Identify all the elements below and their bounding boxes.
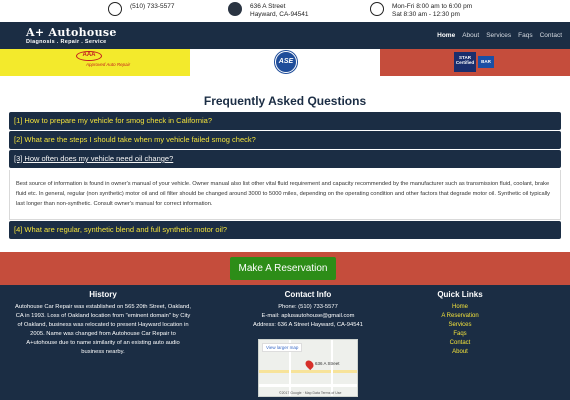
address-line-2: Hayward, CA-94541 [250, 11, 309, 18]
history-heading: History [89, 290, 117, 299]
contact-info: Phone: (510) 733-5577 E-mail: aplusautoh… [246, 303, 370, 330]
contact-phone[interactable]: Phone: (510) 733-5577 [246, 303, 370, 312]
address-line-1: 636 A Street [250, 3, 286, 10]
history-text: Autohouse Car Repair was established on … [15, 304, 191, 355]
bar-logo: BAR [478, 56, 494, 68]
certification-badges: AAA Approved Auto Repair ASE STAR Certif… [0, 49, 570, 76]
main-navbar: A+ Autohouse Diagnosis . Repair . Servic… [0, 22, 570, 49]
faq-title: Frequently Asked Questions [203, 94, 367, 108]
address-info: 636 A Street Hayward, CA-94541 [228, 2, 309, 19]
faq-question-4[interactable]: [4] What are regular, synthetic blend an… [9, 221, 561, 239]
phone-info: (510) 733-5577 [108, 2, 174, 16]
aaa-logo: AAA [76, 51, 102, 61]
map-road [331, 340, 333, 396]
faq-answer-3: Best source of information is found in o… [9, 170, 561, 220]
aaa-caption: Approved Auto Repair [86, 62, 131, 67]
site-footer: History Autohouse Car Repair was establi… [0, 285, 570, 400]
clock-icon [370, 2, 384, 16]
faq-question-3[interactable]: [3] How often does my vehicle need oil c… [9, 150, 561, 168]
map-road [259, 384, 357, 387]
footer-link-reservation[interactable]: A Reservation [432, 312, 488, 321]
footer-link-contact[interactable]: Contact [432, 339, 488, 348]
faq-question-2[interactable]: [2] What are the steps I should take whe… [9, 131, 561, 149]
quick-links: Home A Reservation Services Faqs Contact… [432, 303, 488, 357]
faq-question-1[interactable]: [1] How to prepare my vehicle for smog c… [9, 112, 561, 130]
logo-title: A+ Autohouse [26, 26, 117, 39]
star-certified-logo: STAR Certified [454, 52, 476, 72]
nav-links: Home About Services Faqs Contact [437, 32, 562, 39]
quick-links-heading: Quick Links [437, 290, 483, 299]
phone-number[interactable]: (510) 733-5577 [130, 3, 174, 11]
contact-heading: Contact Info [284, 290, 332, 299]
map-label: 636 A Street [315, 361, 340, 366]
hours-info: Mon-Fri 8:00 am to 6:00 pm Sat 8:30 am -… [370, 2, 472, 19]
map-road [259, 370, 357, 373]
footer-link-services[interactable]: Services [432, 321, 488, 330]
location-pin-icon [228, 2, 242, 16]
logo-tagline: Diagnosis . Repair . Service [26, 39, 107, 45]
star-badge: STAR Certified BAR [380, 49, 570, 76]
ase-badge: ASE [190, 49, 380, 76]
view-larger-map-link[interactable]: View larger map [262, 343, 303, 352]
ase-logo: ASE [275, 51, 297, 73]
nav-faqs[interactable]: Faqs [518, 32, 532, 39]
make-reservation-button[interactable]: Make A Reservation [230, 257, 336, 280]
aaa-badge: AAA Approved Auto Repair [0, 49, 190, 76]
top-info-bar: (510) 733-5577 636 A Street Hayward, CA-… [0, 0, 570, 22]
nav-about[interactable]: About [462, 32, 479, 39]
nav-contact[interactable]: Contact [540, 32, 562, 39]
contact-email[interactable]: E-mail: aplusautohouse@gmail.com [246, 312, 370, 321]
hours-line-1: Mon-Fri 8:00 am to 6:00 pm [392, 3, 473, 10]
site-logo[interactable]: A+ Autohouse Diagnosis . Repair . Servic… [26, 26, 117, 45]
footer-link-faqs[interactable]: Faqs [432, 330, 488, 339]
nav-home[interactable]: Home [437, 32, 455, 39]
footer-link-about[interactable]: About [432, 348, 488, 357]
map-attribution: ©2017 Google · Map Data Terms of Use [279, 391, 342, 395]
map-pin-icon [303, 358, 316, 371]
footer-link-home[interactable]: Home [432, 303, 488, 312]
location-map[interactable]: View larger map 636 A Street ©2017 Googl… [258, 339, 358, 397]
hours-line-2: Sat 8:30 am - 12:30 pm [392, 11, 460, 18]
reservation-band: Make A Reservation [0, 252, 570, 285]
nav-services[interactable]: Services [486, 32, 511, 39]
phone-icon [108, 2, 122, 16]
contact-address: Address: 636 A Street Hayward, CA-94541 [253, 322, 363, 328]
